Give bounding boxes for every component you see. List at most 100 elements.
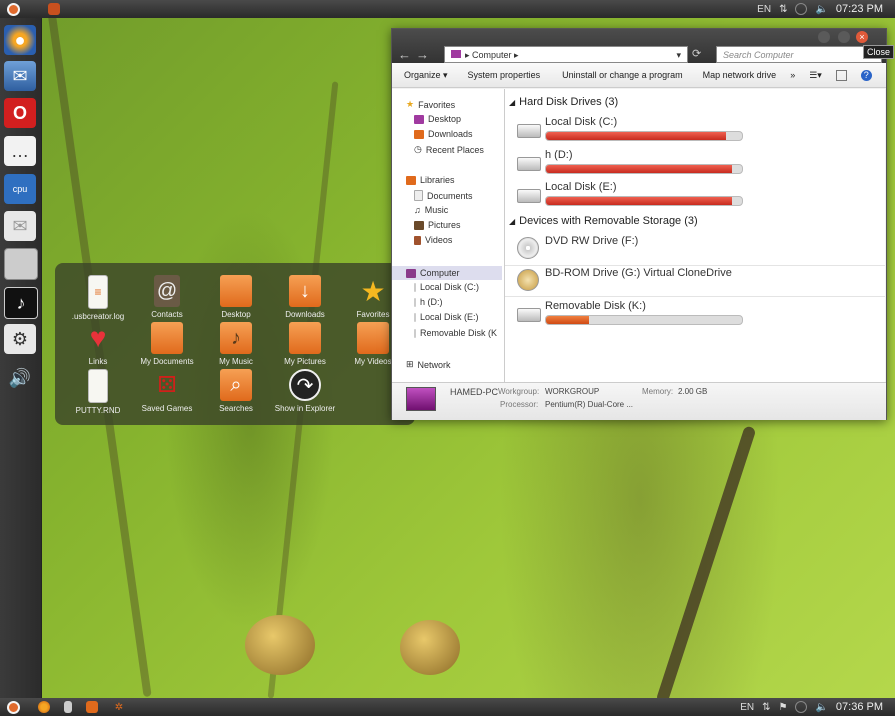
uninstall-button[interactable]: Uninstall or change a program xyxy=(562,70,683,80)
network-icon[interactable]: ⇅ xyxy=(779,4,787,15)
details-pane: HAMED-PC Workgroup: WORKGROUP Memory: 2.… xyxy=(392,382,886,420)
keyboard-layout[interactable]: EN xyxy=(740,702,754,713)
explorer-window: × ← → ▸ Computer ▸ ▾ ⟳ Search Computer Or… xyxy=(391,28,887,420)
cpu-monitor-icon[interactable]: cpu xyxy=(4,174,36,204)
home-icon[interactable] xyxy=(48,3,60,15)
nav-removable-disk-k[interactable]: Removable Disk (K xyxy=(414,328,497,338)
files-taskbar-icon[interactable] xyxy=(64,701,72,713)
nav-local-disk-c[interactable]: Local Disk (C:) xyxy=(414,282,479,292)
place-item[interactable]: ♪ My Music xyxy=(201,322,271,366)
place-item[interactable]: Desktop xyxy=(201,275,271,319)
opera-icon[interactable]: O xyxy=(4,98,36,128)
ubuntu-menu-icon[interactable] xyxy=(6,700,20,714)
clock-icon: ◷ xyxy=(414,144,422,154)
place-item[interactable]: ↓ Downloads xyxy=(270,275,340,319)
nav-music[interactable]: ♫ Music xyxy=(414,205,448,215)
preview-pane-icon[interactable] xyxy=(835,69,847,81)
dice-icon: ⚄ xyxy=(157,372,177,397)
downloads-folder-icon: ↓ xyxy=(289,275,321,307)
power-icon[interactable] xyxy=(795,3,808,15)
place-item[interactable]: @ Contacts xyxy=(132,275,202,319)
drive-item[interactable]: h (D:) xyxy=(517,149,877,179)
drive-item[interactable]: DVD RW Drive (F:) xyxy=(517,235,877,265)
nav-libraries[interactable]: Libraries xyxy=(406,175,455,185)
minimize-button[interactable] xyxy=(818,31,830,43)
libraries-icon xyxy=(406,175,416,185)
volume-icon[interactable]: 🔈 xyxy=(815,702,827,713)
drive-icon xyxy=(414,328,416,338)
place-item[interactable]: ⚄ Saved Games xyxy=(132,369,202,413)
nav-local-disk-e[interactable]: Local Disk (E:) xyxy=(414,312,479,322)
documents-folder-icon xyxy=(151,322,183,354)
system-properties-button[interactable]: System properties xyxy=(468,70,541,80)
nav-favorites[interactable]: ★ Favorites xyxy=(406,99,455,110)
music-folder-icon: ♪ xyxy=(220,322,252,354)
mail-icon[interactable]: ✉ xyxy=(4,211,36,241)
place-item[interactable]: My Pictures xyxy=(270,322,340,366)
organize-button[interactable]: Organize ▾ xyxy=(404,70,448,81)
refresh-icon[interactable]: ⟳ xyxy=(692,47,701,60)
file-icon xyxy=(88,369,108,403)
group-header-removable[interactable]: ◢ Devices with Removable Storage (3) xyxy=(509,215,698,227)
back-button[interactable]: ← xyxy=(398,47,411,62)
map-network-drive-button[interactable]: Map network drive xyxy=(703,70,777,80)
nav-computer[interactable]: Computer xyxy=(392,266,502,280)
collapse-arrow-icon: ◢ xyxy=(509,216,516,226)
links-heart-icon: ♥ xyxy=(89,322,107,353)
drive-icon xyxy=(414,312,416,322)
nav-desktop[interactable]: Desktop xyxy=(414,114,461,124)
chat-icon[interactable]: … xyxy=(4,136,36,166)
nav-downloads[interactable]: Downloads xyxy=(414,129,473,139)
search-input[interactable]: Search Computer xyxy=(716,46,882,63)
display-icon[interactable] xyxy=(4,248,38,280)
drive-item[interactable]: BD-ROM Drive (G:) Virtual CloneDrive xyxy=(517,267,877,297)
music-icon[interactable]: ♪ xyxy=(4,287,38,319)
drive-item[interactable]: Removable Disk (K:) xyxy=(517,300,877,330)
place-item[interactable]: ♥ Links xyxy=(63,322,133,366)
help-icon[interactable]: ? xyxy=(860,69,872,81)
group-header-hard-disks[interactable]: ◢ Hard Disk Drives (3) xyxy=(509,96,618,108)
launcher: ● ✉ O … cpu ✉ ♪ ⚙ 🔊 xyxy=(0,18,42,698)
drive-item[interactable]: Local Disk (C:) xyxy=(517,116,877,146)
place-item[interactable]: PUTTY.RND xyxy=(63,369,133,415)
nav-videos[interactable]: Videos xyxy=(414,235,452,245)
desktop-folder-icon xyxy=(220,275,252,307)
keyboard-layout[interactable]: EN xyxy=(757,4,771,15)
clock[interactable]: 07:36 PM xyxy=(836,701,883,713)
desktop-icon xyxy=(414,114,424,124)
command-bar: Organize ▾ System properties Uninstall o… xyxy=(392,63,886,88)
power-icon[interactable] xyxy=(795,701,808,713)
explorer-taskbar-icon[interactable] xyxy=(86,701,98,713)
forward-button[interactable]: → xyxy=(416,47,429,62)
firefox-icon[interactable]: ● xyxy=(4,25,36,55)
close-button[interactable]: × xyxy=(856,31,868,43)
thunderbird-icon[interactable]: ✉ xyxy=(4,61,36,91)
settings-taskbar-icon[interactable]: ✲ xyxy=(112,700,126,714)
place-item[interactable]: My Documents xyxy=(132,322,202,366)
place-item[interactable]: ⌕ Searches xyxy=(201,369,271,413)
firefox-taskbar-icon[interactable] xyxy=(38,701,50,713)
control-panel-icon[interactable]: ⚙ xyxy=(4,324,36,354)
place-item[interactable]: ↷ Show in Explorer xyxy=(270,369,340,413)
flag-icon[interactable]: ⚑ xyxy=(778,702,787,713)
nav-recent-places[interactable]: ◷ Recent Places xyxy=(414,144,484,155)
ubuntu-menu-icon[interactable] xyxy=(6,2,20,16)
volume-icon[interactable]: 🔈 xyxy=(815,4,827,15)
volume-icon[interactable]: 🔊 xyxy=(4,363,36,393)
nav-documents[interactable]: Documents xyxy=(414,190,473,201)
place-item[interactable]: ≡ .usbcreator.log xyxy=(63,275,133,321)
more-commands-button[interactable]: » xyxy=(790,70,795,80)
view-options-icon[interactable]: ☰▾ xyxy=(809,70,822,81)
clock[interactable]: 07:23 PM xyxy=(836,3,883,15)
nav-drive-d[interactable]: h (D:) xyxy=(414,297,443,307)
videos-folder-icon xyxy=(357,322,389,354)
nav-network[interactable]: ⊞ Network xyxy=(406,359,451,370)
hard-disk-icon xyxy=(517,157,541,171)
computer-icon xyxy=(406,268,416,278)
nav-pictures[interactable]: Pictures xyxy=(414,220,461,230)
drive-item[interactable]: Local Disk (E:) xyxy=(517,181,877,211)
wallpaper-bud xyxy=(400,620,460,675)
network-icon[interactable]: ⇅ xyxy=(762,702,770,713)
maximize-button[interactable] xyxy=(838,31,850,43)
address-bar[interactable]: ▸ Computer ▸ ▾ xyxy=(444,46,688,63)
